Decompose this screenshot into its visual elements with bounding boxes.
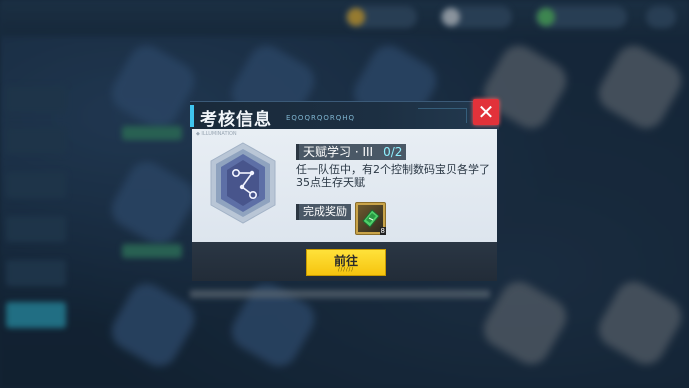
task-description: 任一队伍中，有2个控制数码宝贝各学了35点生存天赋 — [296, 163, 490, 189]
circuit-decoration — [418, 108, 467, 123]
go-button-decoration: ////// — [337, 267, 355, 273]
assessment-dialog: 考核信息 EQOQRQORQHQ ✕ ◆ ILLUMINATION 天赋学习 ·… — [190, 99, 499, 281]
dialog-title: 考核信息 — [200, 110, 272, 130]
task-label: 天赋学习 · III — [303, 145, 374, 159]
panel-caption: ◆ ILLUMINATION — [196, 131, 237, 137]
reward-item[interactable]: 8 — [355, 202, 386, 235]
dialog-content-panel: ◆ ILLUMINATION 天赋学习 · III 0/2 任一队伍中，有2个控制… — [192, 129, 497, 242]
dialog-footer: 前往 ////// — [192, 242, 497, 281]
reward-label-tag: 完成奖励 — [296, 204, 351, 220]
go-button[interactable]: 前往 ////// — [306, 249, 386, 276]
dialog-header: 考核信息 EQOQRQORQHQ — [190, 101, 499, 130]
header-accent-bar — [190, 105, 194, 127]
task-progress: 0/2 — [383, 145, 403, 159]
close-icon: ✕ — [477, 100, 495, 124]
reward-item-count: 8 — [379, 227, 386, 235]
task-label-tag: 天赋学习 · III 0/2 — [296, 144, 407, 160]
constellation-hex-badge-icon — [210, 142, 276, 224]
close-button[interactable]: ✕ — [473, 99, 499, 125]
header-decoration-text: EQOQRQORQHQ — [286, 114, 355, 122]
